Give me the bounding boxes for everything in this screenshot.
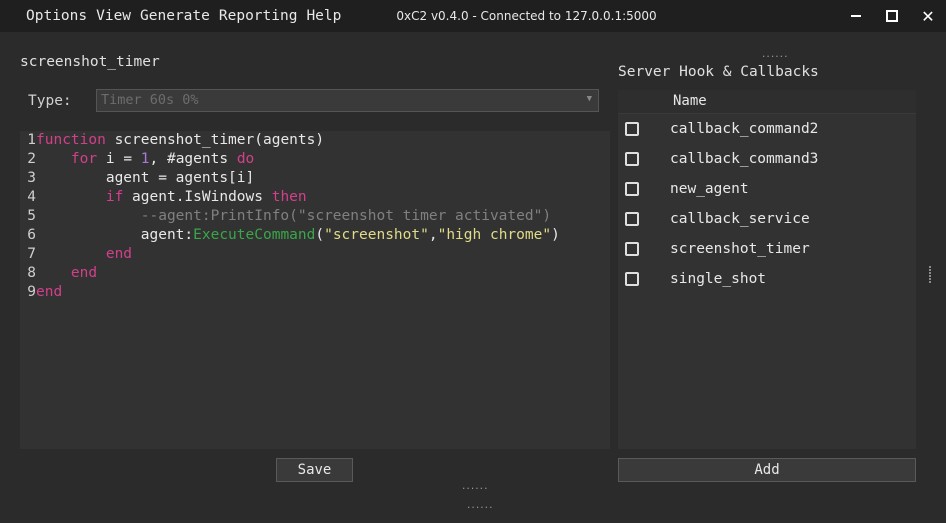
code-line: 1function screenshot_timer(agents) — [20, 131, 610, 150]
code-line: 2 for i = 1, #agents do — [20, 150, 610, 169]
callbacks-list: Name callback_command2 callback_command3n… — [618, 90, 916, 449]
code-editor[interactable]: 1function screenshot_timer(agents) 2 for … — [20, 131, 610, 449]
code-token: agent: — [36, 227, 194, 243]
add-button[interactable]: Add — [618, 458, 916, 482]
menu-bar: Options View Generate Reporting Help — [26, 8, 350, 24]
code-token: ) — [551, 227, 560, 243]
splitter-handle-top[interactable]: ...... — [761, 51, 788, 60]
menu-generate[interactable]: Generate — [140, 8, 210, 24]
line-number: 3 — [27, 170, 36, 186]
type-select[interactable]: Timer 60s 0% ▼ — [96, 89, 599, 112]
splitter-handle-bottom[interactable]: ...... — [466, 502, 493, 511]
line-number: 7 — [27, 246, 36, 262]
callback-name: callback_command3 — [670, 151, 819, 167]
code-token: if — [105, 189, 124, 205]
code-token: end — [105, 246, 133, 262]
type-label: Type: — [28, 93, 72, 109]
line-number: 1 — [27, 132, 36, 148]
code-line: 8 end — [20, 264, 610, 283]
callback-row[interactable]: callback_command3 — [618, 144, 916, 174]
line-number: 6 — [27, 227, 36, 243]
line-number: 8 — [27, 265, 36, 281]
splitter-handle-bottom-left[interactable]: ...... — [461, 483, 488, 492]
code-token: function — [36, 132, 106, 148]
code-token: agent.IsWindows — [123, 189, 272, 205]
callback-name: callback_command2 — [670, 121, 819, 137]
code-token: , — [428, 227, 438, 243]
chevron-down-icon: ▼ — [586, 94, 592, 104]
checkbox-unchecked-icon[interactable] — [625, 182, 639, 196]
code-token: end — [70, 265, 98, 281]
code-token: 1 — [140, 151, 150, 167]
code-line: 6 agent:ExecuteCommand("screenshot","hig… — [20, 226, 610, 245]
code-token: for — [70, 151, 98, 167]
callback-row[interactable]: callback_service — [618, 204, 916, 234]
code-token: do — [236, 151, 255, 167]
save-button[interactable]: Save — [276, 458, 353, 482]
code-line: 9end — [20, 283, 610, 302]
code-token: "high chrome" — [437, 227, 552, 243]
checkbox-unchecked-icon[interactable] — [625, 242, 639, 256]
title-bar: Options View Generate Reporting Help 0xC… — [0, 0, 946, 32]
callbacks-title: Server Hook & Callbacks — [618, 64, 819, 80]
menu-help[interactable]: Help — [306, 8, 341, 24]
callback-row[interactable]: new_agent — [618, 174, 916, 204]
code-token: screenshot_timer(agents) — [105, 132, 325, 148]
code-token: then — [271, 189, 307, 205]
code-token: ( — [315, 227, 325, 243]
code-line: 5 --agent:PrintInfo("screenshot timer ac… — [20, 207, 610, 226]
code-token: i = — [97, 151, 141, 167]
callback-name: new_agent — [670, 181, 749, 197]
splitter-handle-right[interactable] — [929, 266, 933, 284]
window-controls: ✕ — [838, 0, 946, 32]
minimize-icon — [851, 15, 861, 17]
menu-reporting[interactable]: Reporting — [219, 8, 298, 24]
callbacks-column-header[interactable]: Name — [618, 90, 916, 114]
checkbox-unchecked-icon[interactable] — [625, 152, 639, 166]
line-number: 4 — [27, 189, 36, 205]
minimize-button[interactable] — [838, 0, 874, 32]
callback-name: callback_service — [670, 211, 810, 227]
callback-name: single_shot — [670, 271, 767, 287]
close-icon: ✕ — [921, 6, 935, 26]
code-token: --agent:PrintInfo("screenshot timer acti… — [36, 208, 552, 224]
line-number: 9 — [27, 284, 36, 300]
code-token: ExecuteCommand — [193, 227, 316, 243]
checkbox-unchecked-icon[interactable] — [625, 212, 639, 226]
callback-name: screenshot_timer — [670, 241, 810, 257]
code-token: end — [36, 284, 63, 300]
type-select-value: Timer 60s 0% — [101, 92, 199, 108]
connection-status: 0xC2 v0.4.0 - Connected to 127.0.0.1:500… — [396, 9, 657, 23]
script-name: screenshot_timer — [20, 54, 160, 70]
line-number: 5 — [27, 208, 36, 224]
callback-row[interactable]: single_shot — [618, 264, 916, 294]
close-button[interactable]: ✕ — [910, 0, 946, 32]
code-token: , #agents — [149, 151, 237, 167]
code-token: "screenshot" — [324, 227, 429, 243]
maximize-icon — [886, 10, 898, 22]
code-line: 7 end — [20, 245, 610, 264]
code-line: 4 if agent.IsWindows then — [20, 188, 610, 207]
menu-view[interactable]: View — [96, 8, 131, 24]
line-number: 2 — [27, 151, 36, 167]
code-token: agent = agents[i] — [36, 170, 255, 186]
menu-options[interactable]: Options — [26, 8, 87, 24]
maximize-button[interactable] — [874, 0, 910, 32]
callback-row[interactable]: callback_command2 — [618, 114, 916, 144]
checkbox-unchecked-icon[interactable] — [625, 122, 639, 136]
callback-row[interactable]: screenshot_timer — [618, 234, 916, 264]
checkbox-unchecked-icon[interactable] — [625, 272, 639, 286]
code-line: 3 agent = agents[i] — [20, 169, 610, 188]
